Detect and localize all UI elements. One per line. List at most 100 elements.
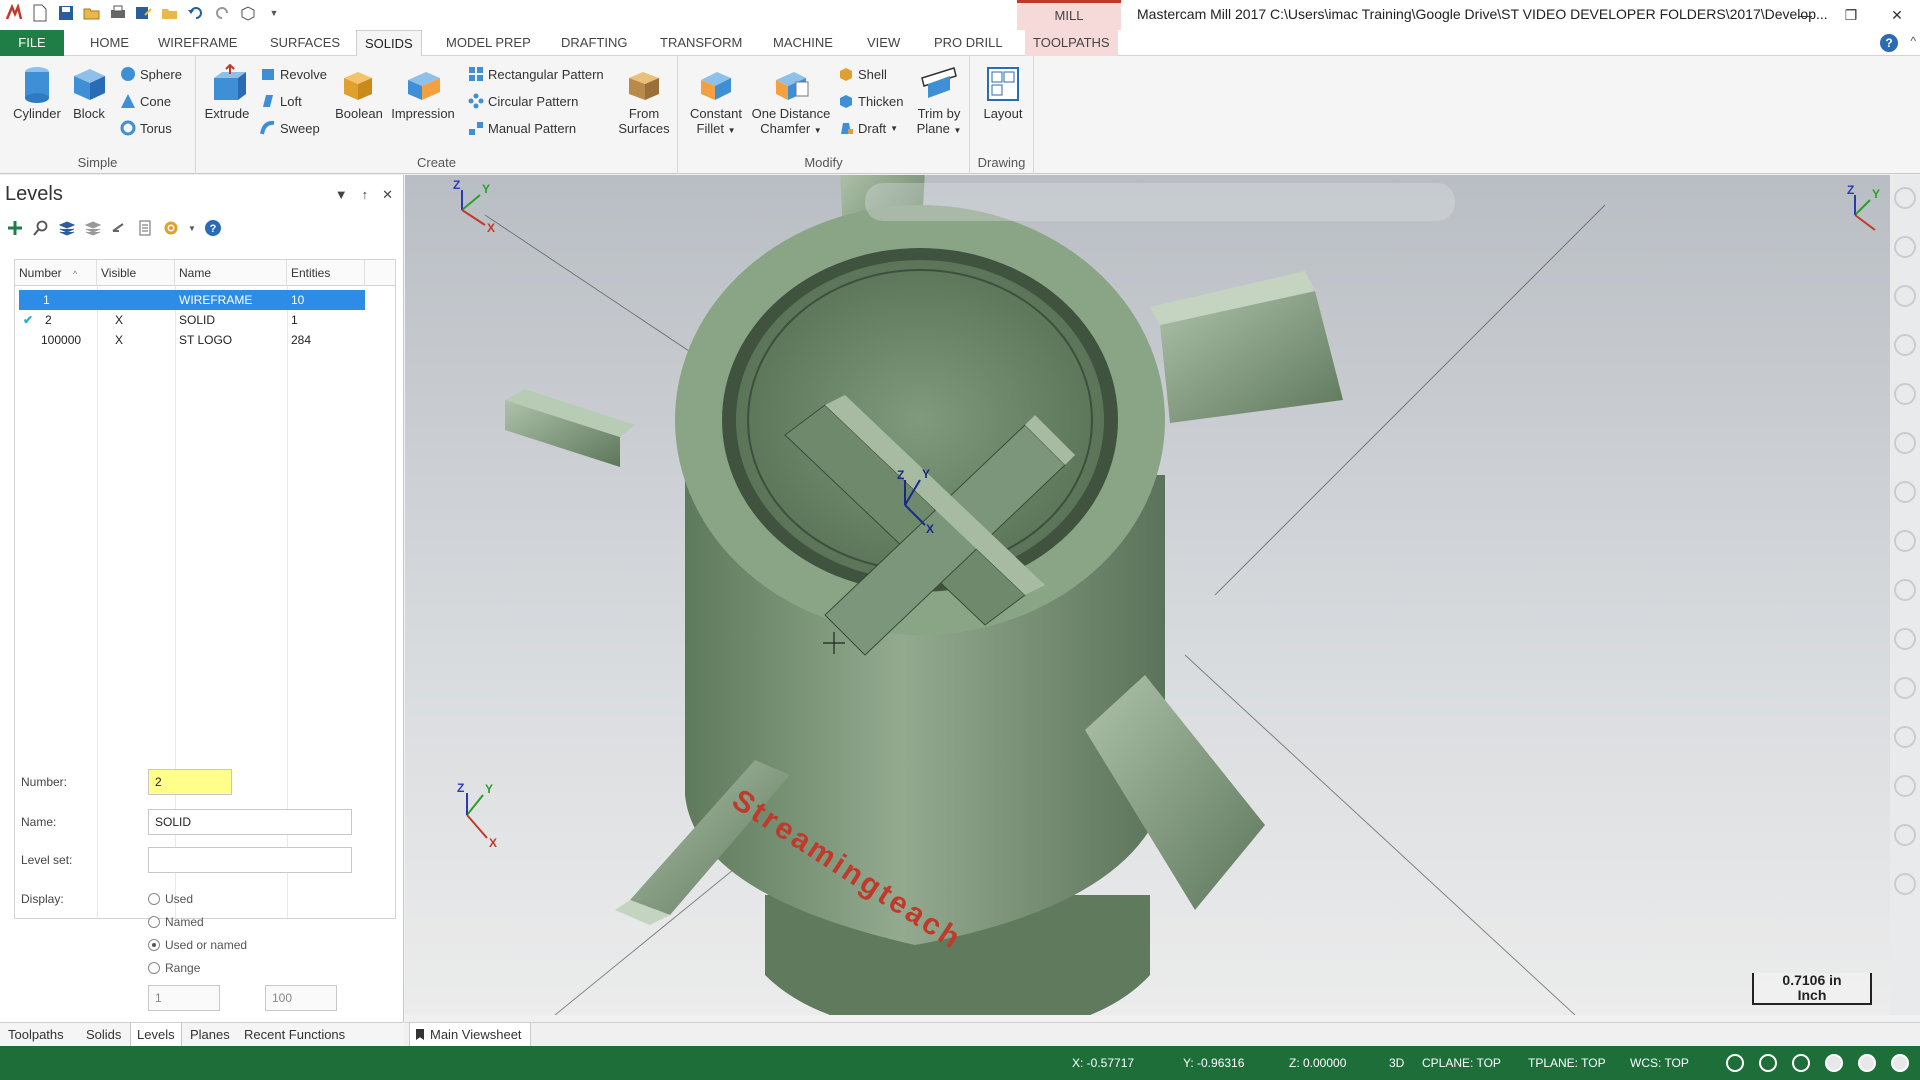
radio-used[interactable]: Used bbox=[148, 892, 193, 906]
settings-gear-icon[interactable] bbox=[162, 219, 180, 237]
main-viewsheet-tab[interactable]: Main Viewsheet bbox=[409, 1023, 531, 1047]
find-level-icon[interactable] bbox=[32, 219, 50, 237]
cone-button[interactable]: Cone bbox=[120, 93, 171, 109]
globe-icon[interactable] bbox=[1792, 1054, 1810, 1072]
tab-view[interactable]: VIEW bbox=[859, 30, 908, 56]
tab-drafting[interactable]: DRAFTING bbox=[553, 30, 635, 56]
measure-icon[interactable] bbox=[1894, 432, 1916, 454]
tab-solids[interactable]: SOLIDS bbox=[356, 30, 422, 56]
new-file-icon[interactable] bbox=[30, 3, 50, 23]
tab-file[interactable]: FILE bbox=[0, 30, 64, 56]
impression-button[interactable]: Impression bbox=[388, 64, 458, 121]
set-all-hidden-icon[interactable] bbox=[84, 219, 102, 237]
display-icon[interactable] bbox=[1894, 628, 1916, 650]
col-entities[interactable]: Entities bbox=[287, 260, 365, 286]
solid-body[interactable] bbox=[505, 175, 1343, 1015]
tab-transform[interactable]: TRANSFORM bbox=[652, 30, 750, 56]
hide-icon[interactable] bbox=[1894, 677, 1916, 699]
undo-icon[interactable] bbox=[186, 3, 206, 23]
rectangular-pattern-button[interactable]: Rectangular Pattern bbox=[468, 66, 604, 82]
fit-icon[interactable] bbox=[1894, 285, 1916, 307]
level-report-icon[interactable] bbox=[136, 219, 154, 237]
radio-named[interactable]: Named bbox=[148, 915, 204, 929]
minimize-icon[interactable]: — bbox=[1782, 0, 1828, 30]
set-all-visible-icon[interactable] bbox=[58, 219, 76, 237]
level-set-field[interactable] bbox=[148, 847, 352, 873]
tab-toolpaths[interactable]: TOOLPATHS bbox=[1025, 30, 1118, 56]
tab-home[interactable]: HOME bbox=[82, 30, 137, 56]
close-icon[interactable]: ✕ bbox=[1874, 0, 1920, 30]
restore-icon[interactable]: ❐ bbox=[1828, 0, 1874, 30]
level-visible[interactable]: X bbox=[97, 330, 175, 350]
pin-icon[interactable]: ↑ bbox=[362, 187, 369, 203]
shaded-sphere-icon[interactable] bbox=[1858, 1054, 1876, 1072]
radio-range[interactable]: Range bbox=[148, 961, 200, 975]
status-y[interactable]: Y: -0.96316 bbox=[1183, 1056, 1244, 1070]
clear-icon[interactable] bbox=[1894, 873, 1916, 895]
circular-pattern-button[interactable]: Circular Pattern bbox=[468, 93, 578, 109]
range-to-field[interactable]: 100 bbox=[265, 985, 337, 1011]
panel-close-icon[interactable]: ✕ bbox=[382, 187, 393, 203]
revolve-button[interactable]: Revolve bbox=[260, 66, 327, 82]
thicken-button[interactable]: Thicken bbox=[838, 93, 904, 109]
sweep-button[interactable]: Sweep bbox=[260, 120, 320, 136]
tab-recent-functions[interactable]: Recent Functions bbox=[242, 1023, 347, 1047]
floating-selection-toolbar[interactable] bbox=[865, 183, 1455, 221]
wireframe-icon[interactable] bbox=[1894, 530, 1916, 552]
levels-help-icon[interactable]: ? bbox=[204, 219, 222, 237]
col-number[interactable]: Number ^ bbox=[15, 260, 97, 286]
constant-fillet-button[interactable]: Constant Fillet ▼ bbox=[686, 64, 746, 138]
level-row-3[interactable]: 100000 X ST LOGO 284 bbox=[15, 330, 395, 350]
block-button[interactable]: Block bbox=[67, 64, 111, 121]
col-visible[interactable]: Visible bbox=[97, 260, 175, 286]
customize-dropdown-icon[interactable]: ▼ bbox=[264, 3, 284, 23]
shading-icon[interactable] bbox=[1894, 481, 1916, 503]
section-view-icon[interactable] bbox=[1894, 579, 1916, 601]
panel-menu-icon[interactable]: ▼ bbox=[335, 187, 348, 203]
tab-wireframe[interactable]: WIREFRAME bbox=[150, 30, 245, 56]
status-wcs[interactable]: WCS: TOP bbox=[1630, 1056, 1689, 1070]
tab-pro-drill[interactable]: PRO DRILL bbox=[926, 30, 1011, 56]
redo-icon[interactable] bbox=[212, 3, 232, 23]
radio-used-or-named[interactable]: Used or named bbox=[148, 938, 247, 952]
boolean-button[interactable]: Boolean bbox=[332, 64, 386, 121]
tab-levels-manager[interactable]: Levels bbox=[130, 1023, 182, 1047]
torus-button[interactable]: Torus bbox=[120, 120, 172, 136]
zoom-in-icon[interactable] bbox=[1894, 187, 1916, 209]
one-distance-chamfer-button[interactable]: One Distance Chamfer ▼ bbox=[748, 64, 834, 138]
graphics-viewport[interactable]: Y Z X Y Z X Y Z X Y Z Streamingteach 0.7… bbox=[405, 175, 1890, 1015]
trim-by-plane-button[interactable]: Trim by Plane ▼ bbox=[914, 64, 964, 138]
col-name[interactable]: Name bbox=[175, 260, 287, 286]
tab-planes-manager[interactable]: Planes bbox=[188, 1023, 232, 1047]
status-cplane[interactable]: CPLANE: TOP bbox=[1422, 1056, 1501, 1070]
add-level-icon[interactable] bbox=[6, 219, 24, 237]
status-x[interactable]: X: -0.57717 bbox=[1072, 1056, 1134, 1070]
draft-button[interactable]: Draft ▼ bbox=[838, 120, 898, 136]
grid-icon[interactable] bbox=[1894, 775, 1916, 797]
save-as-icon[interactable] bbox=[134, 3, 154, 23]
number-field[interactable]: 2 bbox=[148, 769, 232, 795]
name-field[interactable]: SOLID bbox=[148, 809, 352, 835]
level-visible[interactable] bbox=[97, 290, 175, 310]
cube-view-icon[interactable] bbox=[238, 3, 258, 23]
status-z[interactable]: Z: 0.00000 bbox=[1289, 1056, 1346, 1070]
shaded-sphere-icon[interactable] bbox=[1825, 1054, 1843, 1072]
extrude-button[interactable]: Extrude bbox=[204, 63, 250, 121]
print-icon[interactable] bbox=[108, 3, 128, 23]
zoom-out-icon[interactable] bbox=[1894, 236, 1916, 258]
tab-surfaces[interactable]: SURFACES bbox=[262, 30, 348, 56]
level-row-2[interactable]: ✔ 2 X SOLID 1 bbox=[15, 310, 395, 330]
globe-icon[interactable] bbox=[1759, 1054, 1777, 1072]
tab-solids-manager[interactable]: Solids bbox=[84, 1023, 123, 1047]
sphere-button[interactable]: Sphere bbox=[120, 66, 182, 82]
tab-machine[interactable]: MACHINE bbox=[765, 30, 841, 56]
rotate-icon[interactable] bbox=[1894, 334, 1916, 356]
manual-pattern-button[interactable]: Manual Pattern bbox=[468, 120, 576, 136]
tab-model-prep[interactable]: MODEL PREP bbox=[438, 30, 539, 56]
layout-button[interactable]: Layout bbox=[978, 64, 1028, 121]
open-folder-icon[interactable] bbox=[82, 3, 102, 23]
shell-button[interactable]: Shell bbox=[838, 66, 887, 82]
loft-button[interactable]: Loft bbox=[260, 93, 302, 109]
level-visible[interactable]: X bbox=[97, 310, 175, 330]
save-icon[interactable] bbox=[56, 3, 76, 23]
